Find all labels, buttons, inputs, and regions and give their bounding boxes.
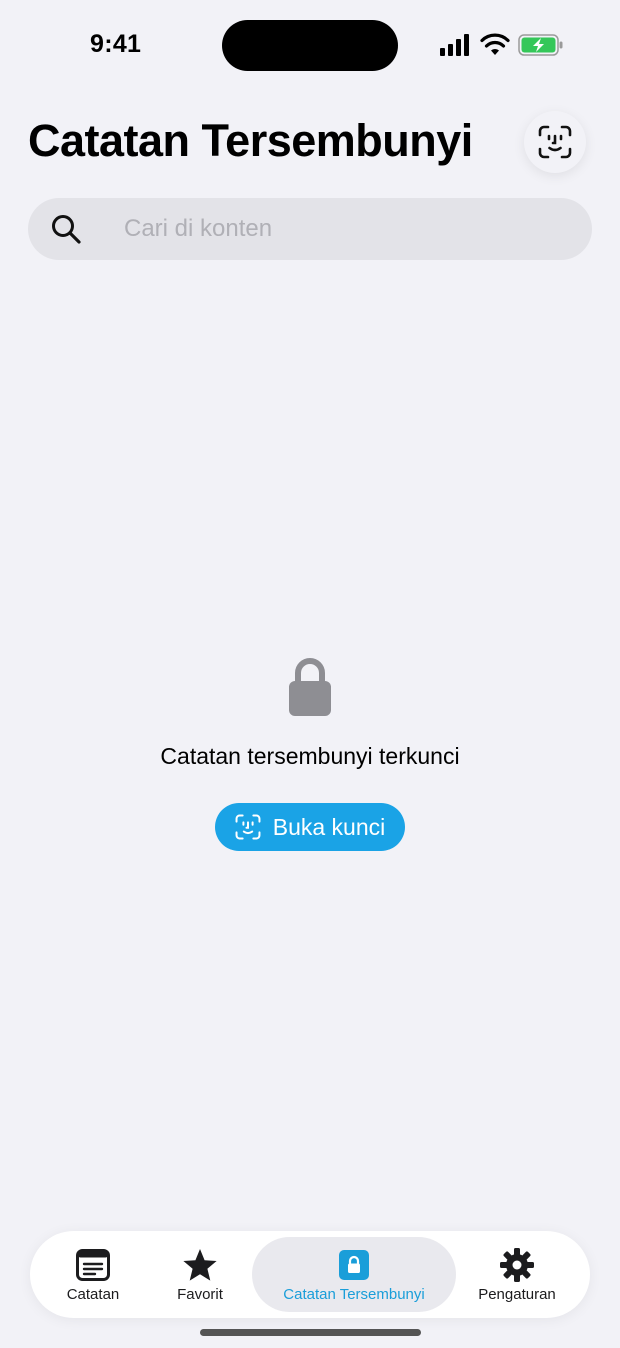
wifi-icon — [480, 33, 510, 55]
dynamic-island — [222, 20, 398, 71]
status-bar: 9:41 — [0, 0, 620, 90]
search-bar[interactable] — [28, 198, 592, 260]
faceid-icon — [538, 125, 572, 159]
lock-icon — [339, 1249, 369, 1280]
tab-bar: Catatan Favorit Catatan Tersembunyi Peng… — [30, 1231, 590, 1318]
home-indicator[interactable] — [200, 1329, 421, 1336]
tab-label: Favorit — [177, 1285, 223, 1303]
locked-message: Catatan tersembunyi terkunci — [160, 743, 460, 769]
gear-icon — [500, 1247, 534, 1282]
search-icon — [52, 215, 81, 244]
tab-pengaturan[interactable]: Pengaturan — [460, 1237, 574, 1312]
unlock-button-label: Buka kunci — [272, 813, 386, 840]
cellular-signal-icon — [440, 34, 469, 56]
faceid-button[interactable] — [524, 111, 586, 173]
tab-label: Catatan Tersembunyi — [283, 1285, 425, 1303]
battery-charging-icon — [518, 34, 563, 56]
tab-catatan-tersembunyi[interactable]: Catatan Tersembunyi — [252, 1237, 456, 1312]
search-input[interactable] — [124, 198, 564, 260]
tab-catatan[interactable]: Catatan — [42, 1237, 144, 1312]
tab-favorit[interactable]: Favorit — [148, 1237, 252, 1312]
note-icon — [76, 1248, 110, 1281]
tab-label: Catatan — [66, 1285, 120, 1303]
page-title: Catatan Tersembunyi — [28, 115, 473, 166]
status-time: 9:41 — [90, 30, 142, 58]
tab-label: Pengaturan — [478, 1285, 556, 1303]
star-icon — [183, 1248, 217, 1281]
faceid-icon — [235, 814, 261, 840]
unlock-button[interactable]: Buka kunci — [215, 803, 405, 851]
lock-icon — [289, 658, 331, 716]
